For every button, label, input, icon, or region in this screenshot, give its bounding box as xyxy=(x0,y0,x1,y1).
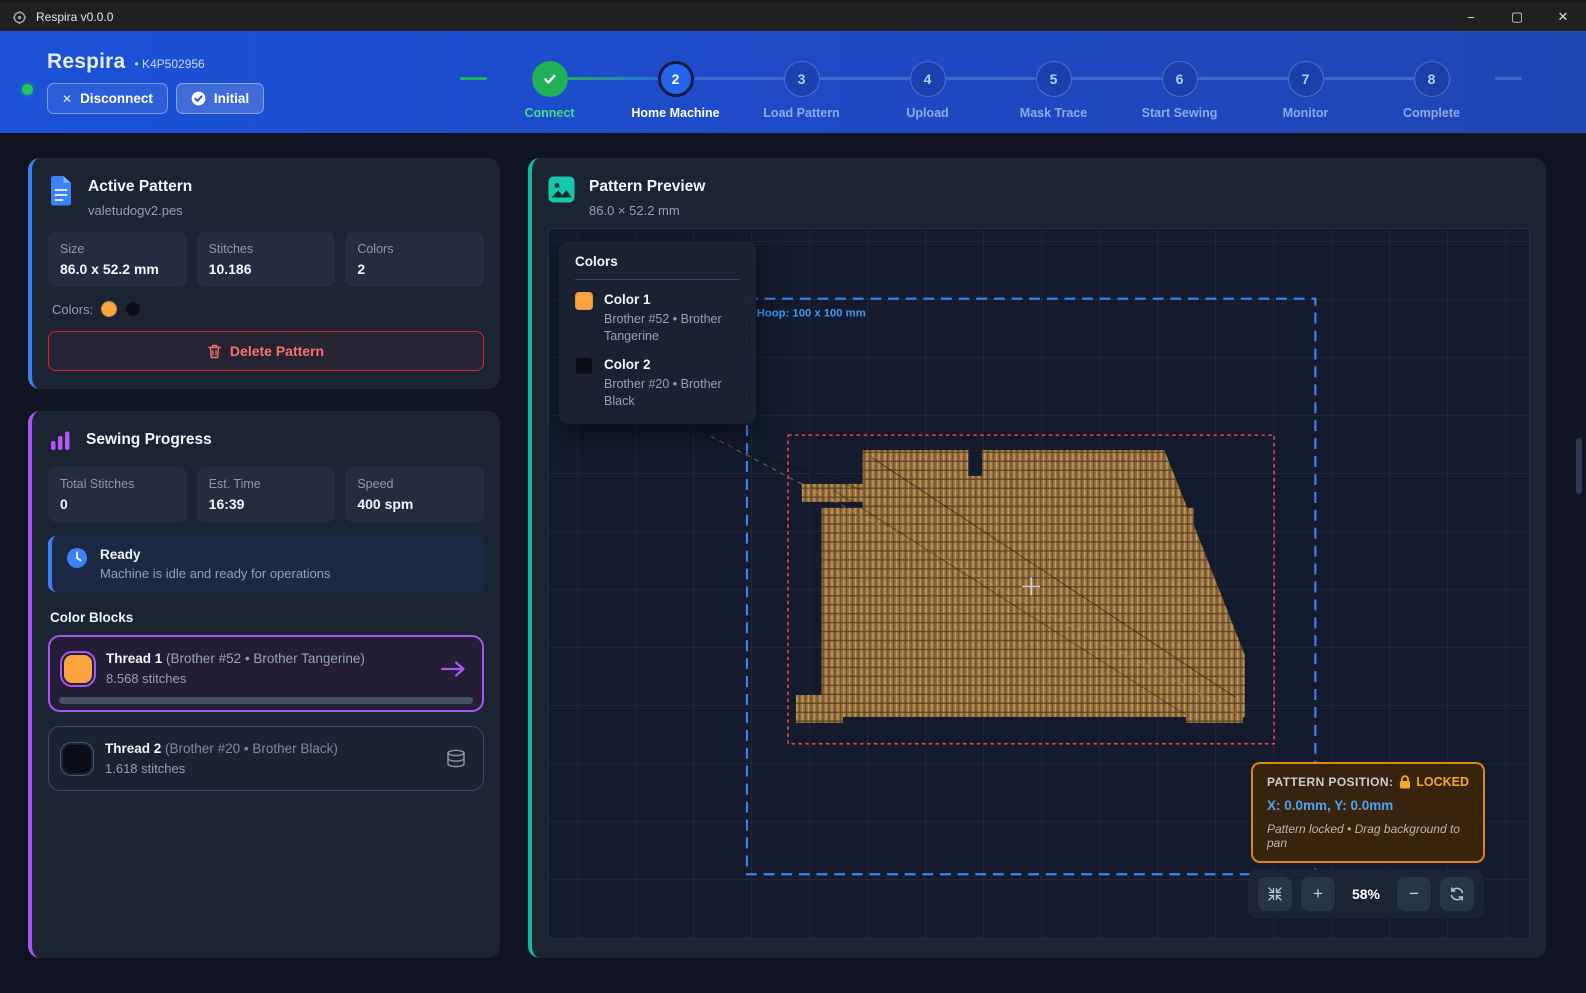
stepper-connector xyxy=(1324,77,1414,80)
delete-pattern-button[interactable]: Delete Pattern xyxy=(48,331,484,371)
sewing-progress-card: Sewing Progress Total Stitches 0 Est. Ti… xyxy=(28,411,500,958)
stat-speed: Speed 400 spm xyxy=(345,467,484,522)
machine-serial: • K4P502956 xyxy=(134,57,204,71)
color-swatch-2 xyxy=(125,301,141,317)
thread-block-2[interactable]: Thread 2 (Brother #20 • Brother Black) 1… xyxy=(48,726,484,791)
preview-canvas[interactable]: Hoop: 100 x 100 mm xyxy=(548,228,1530,940)
pattern-position-overlay: PATTERN POSITION: LOCKED X: 0.0mm, Y: 0.… xyxy=(1251,762,1485,863)
image-icon xyxy=(548,176,575,203)
step-home-machine[interactable]: 2 Home Machine xyxy=(613,61,739,120)
stepper-connector xyxy=(820,77,910,80)
stepper-connector xyxy=(946,77,1036,80)
workflow-stepper: Connect 2 Home Machine 3 Load Pattern 4 … xyxy=(417,45,1564,120)
thread-block-1[interactable]: Thread 1 (Brother #52 • Brother Tangerin… xyxy=(48,635,484,712)
legend-title: Colors xyxy=(575,254,740,280)
stepper-connector xyxy=(694,77,784,80)
stat-stitches: Stitches 10.186 xyxy=(197,232,336,287)
card-title: Active Pattern xyxy=(88,176,192,196)
maximize-button[interactable]: ▢ xyxy=(1494,3,1540,31)
check-circle-icon xyxy=(191,91,206,106)
window-title: Respira v0.0.0 xyxy=(36,10,113,24)
pattern-filename: valetudogv2.pes xyxy=(88,203,192,218)
card-title: Pattern Preview xyxy=(589,176,705,196)
stat-size: Size 86.0 x 52.2 mm xyxy=(48,232,187,287)
zoom-out-button[interactable]: − xyxy=(1397,877,1431,911)
zoom-level: 58% xyxy=(1352,886,1380,902)
legend-swatch-2 xyxy=(575,357,593,375)
legend-item-color-2: Color 2 Brother #20 • Brother Black xyxy=(575,357,740,410)
pan-hint: Pattern locked • Drag background to pan xyxy=(1267,822,1469,850)
scrollbar-thumb[interactable] xyxy=(1576,438,1582,494)
titlebar: Respira v0.0.0 − ▢ ✕ xyxy=(0,0,1586,31)
legend-swatch-1 xyxy=(575,292,593,310)
locked-badge: LOCKED xyxy=(1416,775,1469,789)
card-title: Sewing Progress xyxy=(86,429,212,449)
arrow-right-icon xyxy=(440,660,466,678)
stat-total-stitches: Total Stitches 0 xyxy=(48,467,187,522)
hoop-label: Hoop: 100 x 100 mm xyxy=(757,308,866,320)
position-label: PATTERN POSITION: xyxy=(1267,775,1393,789)
stepper-connector xyxy=(1072,77,1162,80)
machine-status-banner: Ready Machine is idle and ready for oper… xyxy=(48,536,484,592)
legend-item-color-1: Color 1 Brother #52 • Brother Tangerine xyxy=(575,292,740,345)
step-mask-trace[interactable]: 5 Mask Trace xyxy=(991,61,1117,120)
left-column: Active Pattern valetudogv2.pes Size 86.0… xyxy=(28,158,500,958)
thread-2-swatch xyxy=(63,745,91,773)
disconnect-button[interactable]: ✕ Disconnect xyxy=(47,83,168,114)
reset-view-icon xyxy=(1449,886,1465,902)
trash-icon xyxy=(208,344,221,359)
zoom-toolbar: + 58% − xyxy=(1248,869,1484,919)
app-window: Respira v0.0.0 − ▢ ✕ Respira • K4P502956… xyxy=(0,0,1586,993)
stat-colors: Colors 2 xyxy=(345,232,484,287)
embroidery-pattern xyxy=(711,436,1245,723)
thread-1-swatch xyxy=(64,655,92,683)
color-blocks-heading: Color Blocks xyxy=(50,610,484,625)
reset-view-button[interactable] xyxy=(1440,877,1474,911)
app-header: Respira • K4P502956 ✕ Disconnect Initial xyxy=(0,31,1586,133)
layers-stack-icon xyxy=(445,749,467,769)
stepper-line-start xyxy=(460,77,487,80)
app-icon xyxy=(12,10,27,25)
pattern-preview-card: Pattern Preview 86.0 × 52.2 mm xyxy=(528,158,1546,958)
stepper-connector xyxy=(568,77,658,80)
fit-to-screen-button[interactable] xyxy=(1258,877,1292,911)
step-load-pattern[interactable]: 3 Load Pattern xyxy=(739,61,865,120)
lock-icon xyxy=(1399,775,1411,789)
close-icon: ✕ xyxy=(62,92,72,106)
stepper-line-end xyxy=(1495,77,1522,80)
thread-1-progress-bar xyxy=(59,697,473,704)
step-connect[interactable]: Connect xyxy=(487,61,613,120)
check-icon xyxy=(542,71,558,87)
color-swatch-1 xyxy=(101,301,117,317)
active-pattern-card: Active Pattern valetudogv2.pes Size 86.0… xyxy=(28,158,500,389)
step-complete[interactable]: 8 Complete xyxy=(1369,61,1495,120)
close-button[interactable]: ✕ xyxy=(1540,3,1586,31)
pattern-colors-row: Colors: xyxy=(52,301,484,317)
minimize-button[interactable]: − xyxy=(1448,3,1494,31)
connection-status-dot xyxy=(22,84,33,95)
zoom-in-button[interactable]: + xyxy=(1301,877,1335,911)
step-upload[interactable]: 4 Upload xyxy=(865,61,991,120)
main-content: Active Pattern valetudogv2.pes Size 86.0… xyxy=(0,133,1586,993)
bar-chart-icon xyxy=(48,429,72,453)
stat-est-time: Est. Time 16:39 xyxy=(197,467,336,522)
file-icon xyxy=(48,176,74,206)
colors-legend: Colors Color 1 Brother #52 • Brother Tan… xyxy=(559,241,756,424)
pattern-coordinates: X: 0.0mm, Y: 0.0mm xyxy=(1267,798,1469,813)
brand-block: Respira • K4P502956 ✕ Disconnect Initial xyxy=(22,50,417,114)
status-description: Machine is idle and ready for operations xyxy=(100,566,331,581)
fit-to-screen-icon xyxy=(1267,886,1283,902)
initial-button[interactable]: Initial xyxy=(176,83,264,114)
pattern-dimensions: 86.0 × 52.2 mm xyxy=(589,203,705,218)
clock-icon xyxy=(66,547,88,569)
step-start-sewing[interactable]: 6 Start Sewing xyxy=(1117,61,1243,120)
step-circle-done xyxy=(532,61,568,97)
step-monitor[interactable]: 7 Monitor xyxy=(1243,61,1369,120)
step-circle-active: 2 xyxy=(658,61,694,97)
brand-name: Respira xyxy=(47,50,125,74)
stepper-connector xyxy=(1198,77,1288,80)
status-title: Ready xyxy=(100,547,331,562)
